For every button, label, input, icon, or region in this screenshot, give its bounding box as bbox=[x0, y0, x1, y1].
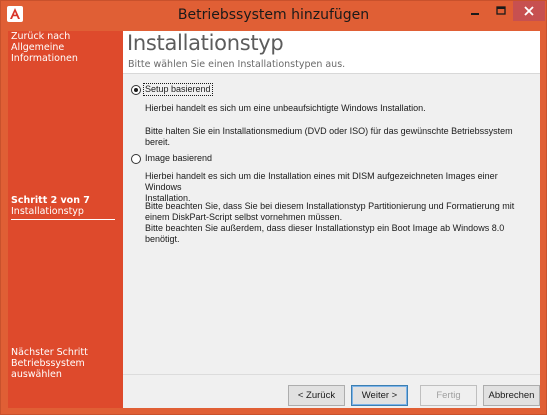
page-subtitle: Bitte wählen Sie einen Installationstype… bbox=[128, 59, 346, 70]
next-step-line2: Betriebssystem auswählen bbox=[11, 358, 85, 380]
next-step-line1: Nächster Schritt bbox=[11, 347, 88, 358]
next-step-info: Nächster Schritt Betriebssystem auswähle… bbox=[11, 347, 121, 380]
wizard-sidebar: Zurück nach Allgemeine Informationen Sch… bbox=[8, 31, 123, 408]
step-divider bbox=[11, 219, 115, 220]
title-bar[interactable]: Betriebssystem hinzufügen bbox=[1, 1, 546, 31]
maximize-icon[interactable] bbox=[488, 1, 513, 21]
wizard-main: Installationstyp Bitte wählen Sie einen … bbox=[123, 31, 540, 408]
setup-option[interactable]: Setup basierend bbox=[131, 83, 213, 96]
finish-button[interactable]: Fertig bbox=[420, 385, 477, 406]
previous-step-link[interactable]: Zurück nach Allgemeine Informationen bbox=[11, 31, 121, 64]
image-note-line3: Bitte beachten Sie außerdem, dass dieser… bbox=[145, 223, 505, 233]
setup-note-line2: bereit. bbox=[145, 137, 171, 147]
step-counter: Schritt 2 von 7 bbox=[11, 195, 90, 206]
image-note-line4: benötigt. bbox=[145, 234, 180, 244]
current-step-name: Installationstyp bbox=[11, 206, 84, 217]
previous-step-line1: Zurück nach bbox=[11, 31, 71, 42]
image-note-line1: Bitte beachten Sie, dass Sie bei diesem … bbox=[145, 201, 515, 211]
image-radio[interactable] bbox=[131, 153, 141, 164]
cancel-button[interactable]: Abbrechen bbox=[483, 385, 540, 406]
setup-description: Hierbei handelt es sich um eine unbeaufs… bbox=[145, 103, 426, 113]
image-radio-label[interactable]: Image basierend bbox=[144, 153, 213, 164]
image-note-line2: einem DiskPart-Script selbst vornehmen m… bbox=[145, 212, 343, 222]
setup-radio-label[interactable]: Setup basierend bbox=[143, 83, 213, 96]
options-panel: Setup basierend Hierbei handelt es sich … bbox=[123, 73, 540, 374]
page-title: Installationstyp bbox=[127, 31, 284, 55]
wizard-window: Betriebssystem hinzufügen Zurück nach Al… bbox=[0, 0, 547, 415]
previous-step-line2: Allgemeine Informationen bbox=[11, 42, 78, 64]
wizard-client-area: Zurück nach Allgemeine Informationen Sch… bbox=[8, 31, 540, 408]
image-description: Hierbei handelt es sich um die Installat… bbox=[145, 171, 535, 204]
setup-note-line1: Bitte halten Sie ein Installationsmedium… bbox=[145, 126, 513, 136]
next-button[interactable]: Weiter > bbox=[351, 385, 408, 406]
button-bar: < Zurück Weiter > Fertig Abbrechen bbox=[123, 374, 540, 408]
image-note: Bitte beachten Sie, dass Sie bei diesem … bbox=[145, 201, 535, 245]
image-description-line1: Hierbei handelt es sich um die Installat… bbox=[145, 171, 498, 192]
image-option[interactable]: Image basierend bbox=[131, 153, 213, 164]
back-button[interactable]: < Zurück bbox=[288, 385, 345, 406]
minimize-icon[interactable] bbox=[462, 1, 488, 21]
setup-radio[interactable] bbox=[131, 84, 141, 95]
setup-note: Bitte halten Sie ein Installationsmedium… bbox=[145, 126, 535, 148]
current-step-info: Schritt 2 von 7 Installationstyp bbox=[11, 195, 121, 220]
close-icon[interactable] bbox=[513, 1, 545, 21]
